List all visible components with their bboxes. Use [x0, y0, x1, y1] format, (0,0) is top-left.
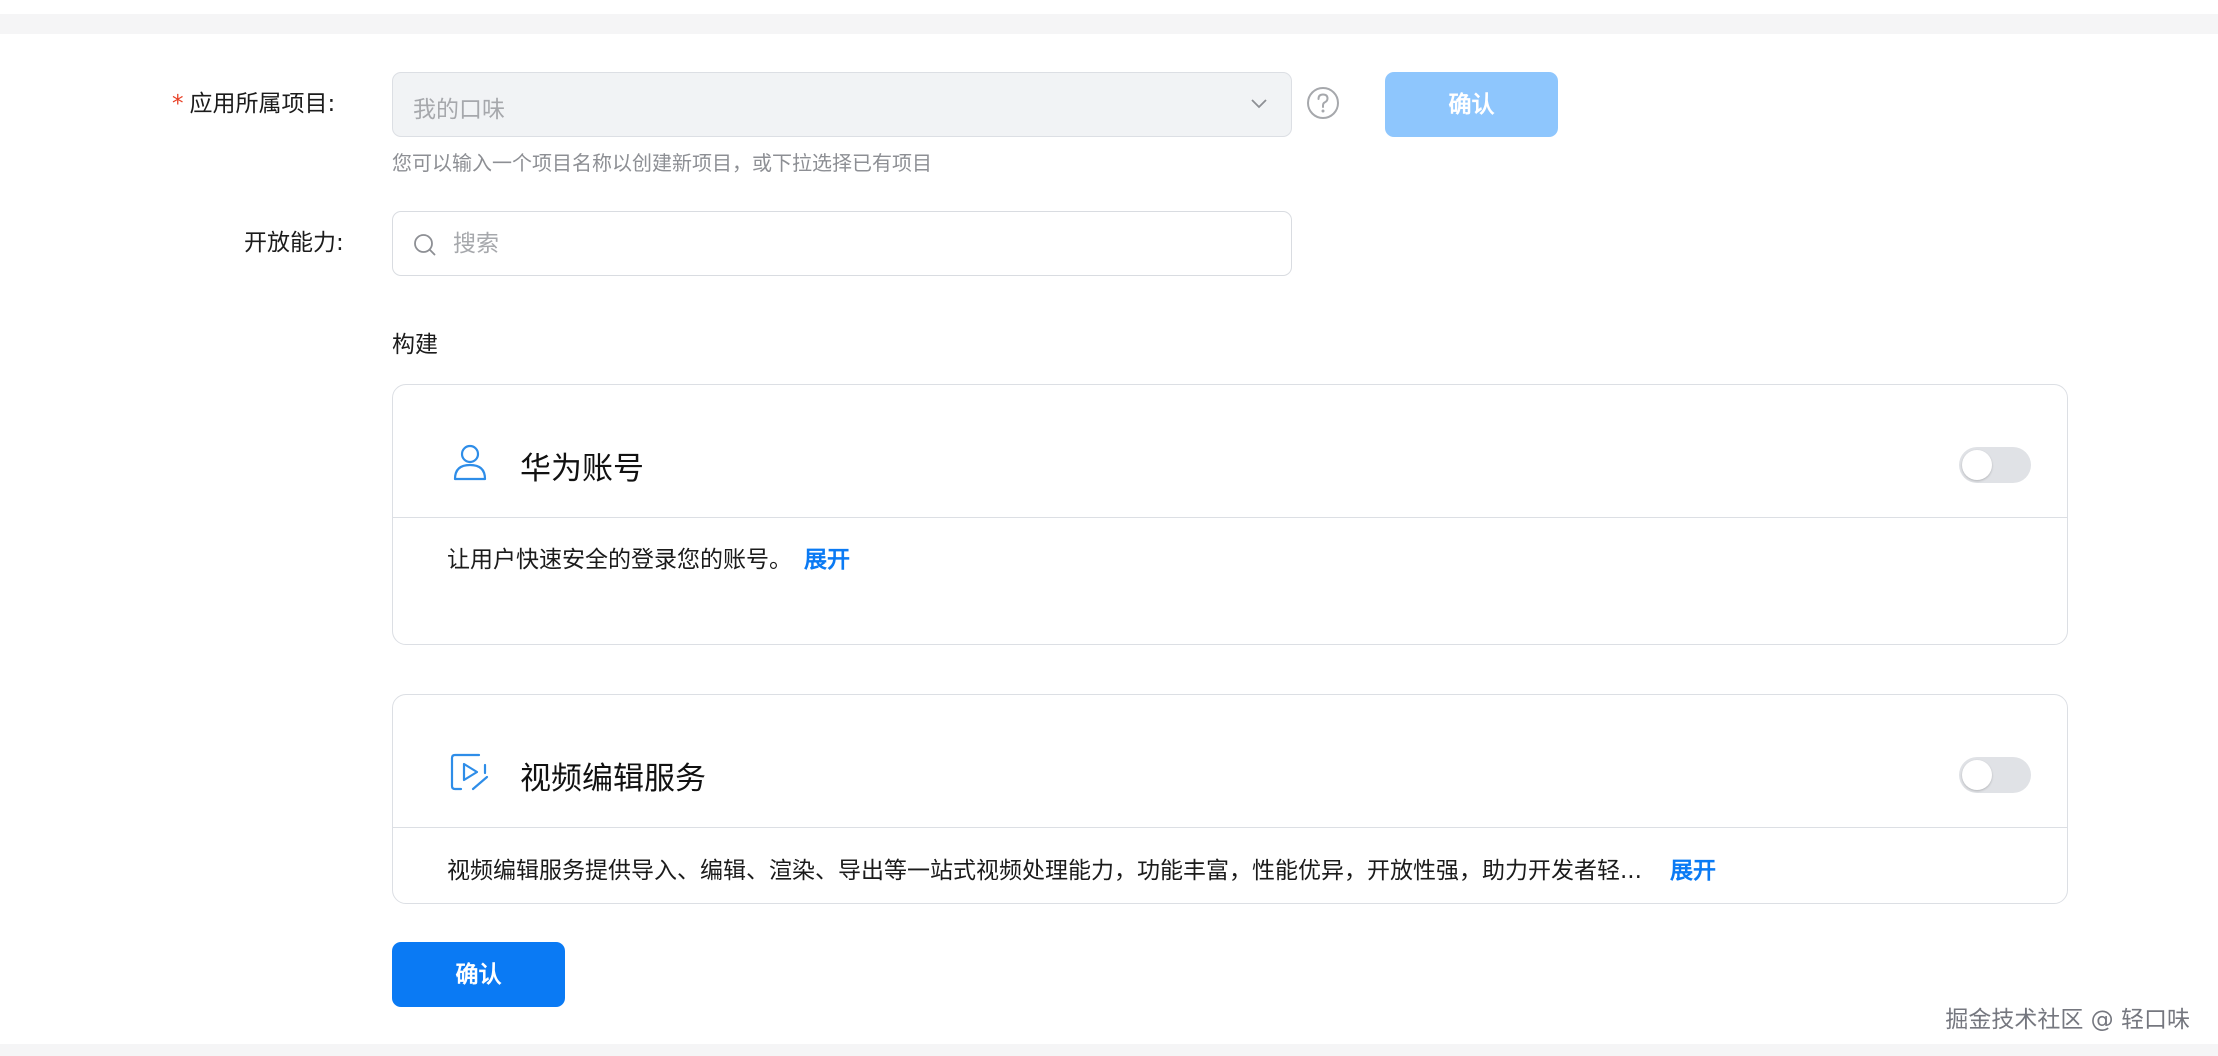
project-select-value: 我的口味 [413, 97, 505, 123]
search-input[interactable] [453, 224, 1253, 264]
help-icon[interactable] [1306, 86, 1340, 120]
card-title: 视频编辑服务 [520, 761, 706, 797]
card-description-text: 视频编辑服务提供导入、编辑、渲染、导出等一站式视频处理能力，功能丰富，性能优异，… [447, 858, 1642, 884]
project-label: * 应用所属项目: [172, 84, 335, 118]
project-label-text: 应用所属项目: [189, 91, 336, 117]
expand-link[interactable]: 展开 [804, 547, 850, 573]
card-description-text: 让用户快速安全的登录您的账号。 [447, 547, 792, 573]
capability-label: 开放能力: [244, 230, 344, 256]
search-icon [414, 234, 436, 256]
expand-link[interactable]: 展开 [1670, 858, 1716, 884]
card-title: 华为账号 [520, 451, 644, 487]
card-header: 视频编辑服务 [393, 695, 2067, 828]
user-icon [453, 444, 487, 481]
capability-search [392, 211, 1292, 276]
chevron-down-icon [1251, 99, 1267, 109]
confirm-project-button[interactable]: 确认 [1385, 72, 1558, 137]
top-strip [0, 0, 2218, 14]
project-select[interactable]: 我的口味 [392, 72, 1292, 137]
required-mark: * [172, 91, 184, 117]
toggle-knob [1962, 450, 1992, 480]
section-title: 构建 [392, 332, 438, 358]
page: * 应用所属项目: 我的口味 确认 您可以输入一个项目名称以创建新项目，或下拉选择… [0, 0, 2218, 1056]
card-header: 华为账号 [393, 385, 2067, 518]
project-hint: 您可以输入一个项目名称以创建新项目，或下拉选择已有项目 [392, 151, 932, 175]
card-description: 视频编辑服务提供导入、编辑、渲染、导出等一站式视频处理能力，功能丰富，性能优异，… [447, 851, 1716, 885]
capability-card-huawei-account: 华为账号 让用户快速安全的登录您的账号。 展开 [392, 384, 2068, 645]
capability-toggle[interactable] [1959, 757, 2031, 793]
watermark: 掘金技术社区 @ 轻口味 [1945, 1007, 2190, 1033]
card-description: 让用户快速安全的登录您的账号。 展开 [447, 540, 850, 574]
toggle-knob [1962, 760, 1992, 790]
confirm-button[interactable]: 确认 [392, 942, 565, 1007]
capability-toggle[interactable] [1959, 447, 2031, 483]
video-edit-icon [450, 753, 489, 791]
capability-card-video-editing: 视频编辑服务 视频编辑服务提供导入、编辑、渲染、导出等一站式视频处理能力，功能丰… [392, 694, 2068, 904]
